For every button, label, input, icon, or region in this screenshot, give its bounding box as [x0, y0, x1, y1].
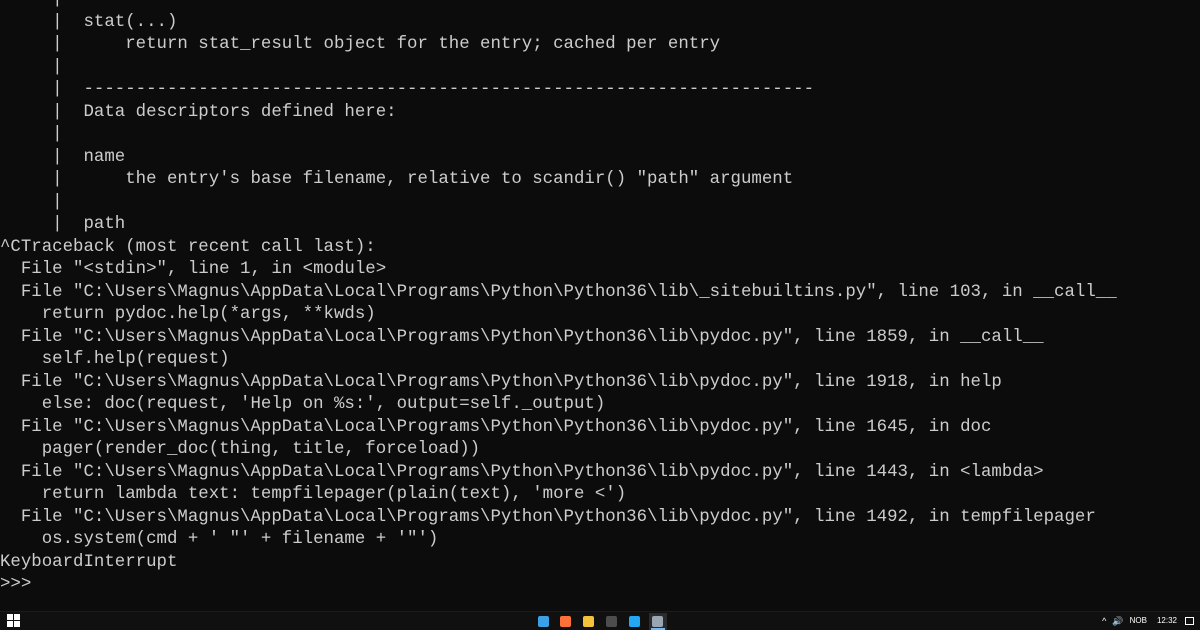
vscode-app-icon[interactable] — [626, 613, 644, 630]
console-line: File "C:\Users\Magnus\AppData\Local\Prog… — [0, 372, 1002, 392]
edge-app-icon[interactable] — [535, 613, 553, 630]
console-output: | | stat(...) | return stat_result objec… — [0, 0, 1117, 597]
firefox-glyph — [560, 616, 571, 627]
console-line: return pydoc.help(*args, **kwds) — [0, 305, 376, 324]
console-line: | path — [0, 215, 126, 234]
console-window[interactable]: | | stat(...) | return stat_result objec… — [0, 0, 1200, 611]
file-explorer-app-icon[interactable] — [580, 613, 598, 630]
command-prompt-glyph — [606, 616, 617, 627]
python-glyph — [652, 616, 663, 627]
console-line: File "C:\Users\Magnus\AppData\Local\Prog… — [0, 282, 1117, 302]
console-line: >>> — [0, 575, 32, 594]
volume-icon[interactable]: 🔊 — [1112, 612, 1123, 630]
language-indicator[interactable]: NOB — [1130, 612, 1147, 630]
vscode-glyph — [629, 616, 640, 627]
windows-start-icon[interactable] — [7, 614, 21, 628]
console-line: | — [0, 192, 63, 212]
console-line: File "<stdin>", line 1, in <module> — [0, 260, 387, 279]
console-line: | Data descriptors defined here: — [0, 102, 397, 122]
console-line: | stat(...) — [0, 12, 178, 32]
console-line: | --------------------------------------… — [0, 80, 815, 99]
console-line: File "C:\Users\Magnus\AppData\Local\Prog… — [0, 327, 1044, 347]
console-line: KeyboardInterrupt — [0, 552, 178, 572]
console-line: | — [0, 57, 63, 77]
console-line: | — [0, 125, 63, 144]
console-line: pager(render_doc(thing, title, forceload… — [0, 440, 481, 459]
clock[interactable]: 12:32 — [1157, 612, 1177, 630]
console-line: File "C:\Users\Magnus\AppData\Local\Prog… — [0, 462, 1044, 482]
console-line: | return stat_result object for the entr… — [0, 35, 721, 54]
edge-glyph — [538, 616, 549, 627]
notification-icon[interactable] — [1185, 617, 1194, 625]
console-line: ^CTraceback (most recent call last): — [0, 237, 376, 257]
console-line: File "C:\Users\Magnus\AppData\Local\Prog… — [0, 417, 992, 437]
console-line: self.help(request) — [0, 350, 230, 369]
show-hidden-icons-icon[interactable]: ^ — [1102, 612, 1106, 630]
file-explorer-glyph — [583, 616, 594, 627]
python-app-icon[interactable] — [649, 613, 667, 630]
taskbar: ^ 🔊 NOB 12:32 — [0, 611, 1200, 630]
console-line: | — [0, 0, 1117, 12]
console-line: | name — [0, 147, 126, 167]
console-line: else: doc(request, 'Help on %s:', output… — [0, 395, 606, 414]
system-tray: ^ 🔊 NOB 12:32 — [1102, 612, 1194, 630]
console-line: | the entry's base filename, relative to… — [0, 170, 794, 189]
screen: | | stat(...) | return stat_result objec… — [0, 0, 1200, 630]
firefox-app-icon[interactable] — [557, 613, 575, 630]
console-line: File "C:\Users\Magnus\AppData\Local\Prog… — [0, 507, 1096, 527]
command-prompt-app-icon[interactable] — [603, 613, 621, 630]
console-line: os.system(cmd + ' "' + filename + '"') — [0, 530, 439, 549]
console-line: return lambda text: tempfilepager(plain(… — [0, 485, 627, 504]
